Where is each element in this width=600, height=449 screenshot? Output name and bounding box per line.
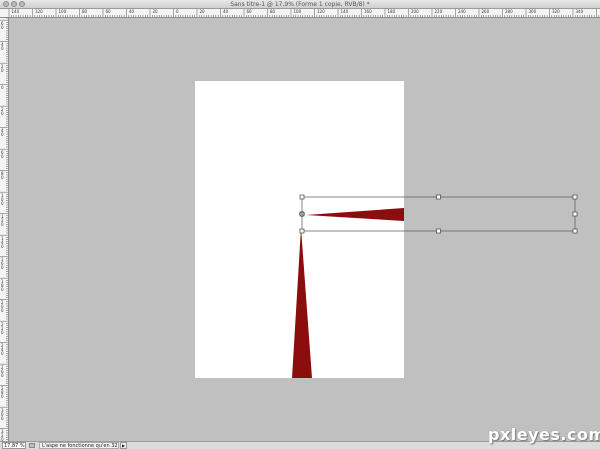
vertical-ruler-label: 240	[1, 343, 4, 356]
horizontal-ruler-label: 140	[11, 9, 20, 14]
horizontal-ruler-label: 320	[552, 9, 560, 14]
watermark-logo: pxleyes.com	[488, 425, 600, 444]
horizontal-ruler-label: 100	[58, 9, 67, 14]
window-titlebar: Sans titre-1 @ 17,9% (Forme 1 copie, RVB…	[0, 0, 600, 9]
horizontal-ruler-label: 60	[246, 9, 252, 14]
vertical-spike-shape[interactable]	[292, 228, 312, 378]
vertical-ruler-label: 40	[1, 42, 4, 51]
vertical-ruler-label: 220	[1, 321, 4, 335]
horizontal-ruler-label: 300	[528, 9, 537, 14]
vertical-ruler-label: 160	[1, 257, 4, 270]
horizontal-ruler-label: 80	[270, 9, 276, 14]
status-menu-arrow-icon[interactable]: ▶	[120, 442, 127, 449]
zoom-level-field[interactable]: 17,87 %	[2, 442, 26, 449]
horizontal-ruler-label: 80	[82, 9, 88, 14]
horizontal-ruler-label: 40	[129, 9, 135, 14]
horizontal-ruler-label: 220	[434, 9, 443, 14]
window-title: Sans titre-1 @ 17,9% (Forme 1 copie, RVB…	[230, 1, 370, 8]
horizontal-ruler-label: 120	[35, 9, 43, 14]
horizontal-ruler-label: 120	[317, 9, 325, 14]
horizontal-ruler-label: 140	[340, 9, 349, 14]
horizontal-ruler[interactable]: 140 120 100 80 60 40 20 0 20 40 60 80 100 120 140 160 18…	[0, 9, 600, 18]
horizontal-ruler-label: 0	[176, 9, 179, 14]
vertical-ruler-label: 40	[1, 128, 4, 137]
vertical-ruler-label: 200	[1, 300, 4, 313]
vertical-ruler-label: 80	[1, 171, 4, 180]
horizontal-ruler-label: 180	[387, 9, 396, 14]
vertical-ruler-label: 60	[1, 149, 4, 159]
horizontal-ruler-label: 260	[481, 9, 490, 14]
vertical-ruler-label: 300	[1, 407, 4, 421]
vertical-ruler-label: 60	[1, 20, 4, 30]
vertical-ruler[interactable]: 60 40 20 0 20 40 60 80 100 120 140 160 180 200 220 240 2…	[0, 18, 9, 441]
horizontal-ruler-label: 100	[293, 9, 302, 14]
vertical-ruler-label: 180	[1, 278, 4, 292]
horizontal-ruler-label: 240	[458, 9, 466, 14]
status-info-icon[interactable]	[29, 443, 35, 448]
document-canvas[interactable]	[195, 81, 404, 378]
vertical-ruler-label: 280	[1, 386, 4, 399]
horizontal-ruler-label: 20	[199, 9, 205, 14]
horizontal-ruler-label: 60	[105, 9, 111, 14]
horizontal-ruler-label: 20	[152, 9, 158, 14]
status-message: L'aspe ne fonctionne qu'en 32 bits	[39, 442, 119, 449]
vertical-ruler-label: 20	[1, 106, 4, 116]
vertical-ruler-label: 0	[1, 85, 4, 90]
vertical-ruler-label: 140	[1, 235, 4, 249]
vertical-ruler-label: 100	[1, 192, 4, 206]
vertical-ruler-label: 260	[1, 364, 4, 378]
horizontal-ruler-label: 340	[575, 9, 584, 14]
vertical-ruler-ticks	[0, 18, 8, 440]
horizontal-spike-shape[interactable]	[306, 208, 404, 221]
horizontal-ruler-label: 280	[505, 9, 513, 14]
vertical-ruler-label: 320	[1, 429, 4, 442]
horizontal-ruler-label: 200	[411, 9, 419, 14]
horizontal-ruler-label: 40	[223, 9, 229, 14]
document-artwork	[292, 208, 404, 378]
vertical-ruler-label: 120	[1, 214, 4, 227]
vertical-ruler-label: 20	[1, 63, 4, 73]
horizontal-ruler-label: 160	[364, 9, 372, 14]
